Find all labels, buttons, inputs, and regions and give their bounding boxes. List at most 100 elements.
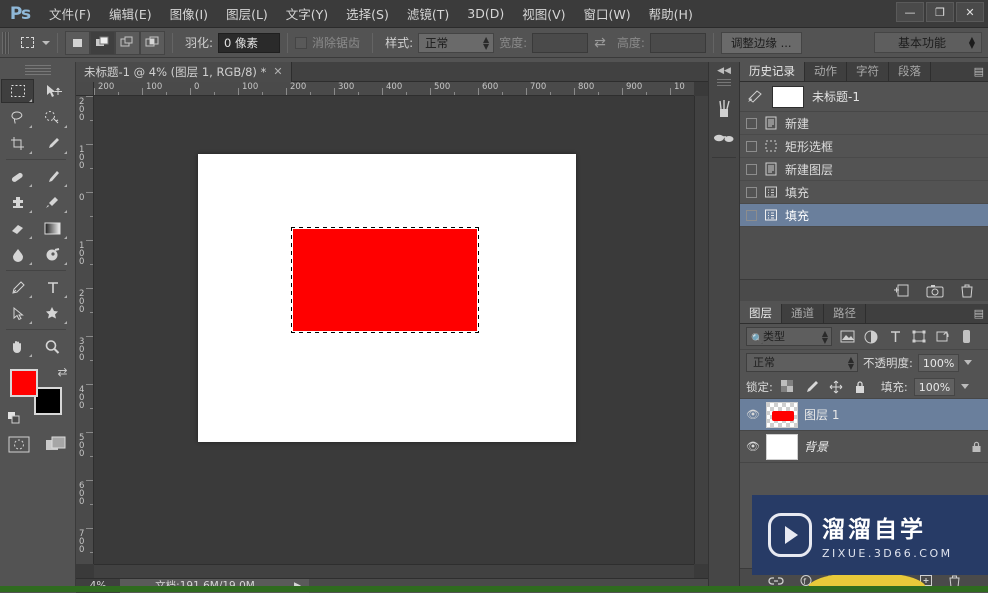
canvas-vertical-scrollbar[interactable] [694,96,708,564]
adjustment-filter-icon[interactable] [862,328,880,346]
menu-type[interactable]: 文字(Y) [277,1,337,26]
rectangular-marquee-icon[interactable] [16,32,38,54]
toolbox-grip[interactable] [24,65,51,75]
tool-healing-brush[interactable] [1,164,34,188]
tool-zoom[interactable] [36,334,69,358]
tab-character[interactable]: 字符 [847,62,889,81]
history-state-row[interactable]: 新建图层 [740,158,988,181]
swap-arrows-icon[interactable]: ⇄ [588,35,612,51]
shape-filter-icon[interactable] [910,328,928,346]
layer-row-selected[interactable]: 👁 图层 1 [740,399,988,431]
canvas-horizontal-scrollbar[interactable] [94,564,694,578]
menu-window[interactable]: 窗口(W) [575,1,640,26]
width-input[interactable] [532,32,589,53]
layer-thumbnail[interactable] [766,401,798,428]
maximize-button[interactable]: ❐ [926,2,954,22]
panel-menu-icon[interactable]: ▤ [974,65,984,78]
tool-blur[interactable] [1,242,34,266]
filter-toggle-icon[interactable] [958,328,976,346]
tab-layers[interactable]: 图层 [740,304,782,323]
tool-clone-stamp[interactable] [1,190,34,214]
tool-custom-shape[interactable] [36,301,69,325]
menu-edit[interactable]: 编辑(E) [100,1,161,26]
screen-mode-icon[interactable] [43,433,69,455]
close-button[interactable]: ✕ [956,2,984,22]
tool-lasso[interactable] [1,105,34,129]
refine-edge-button[interactable]: 调整边缘 ... [720,31,802,54]
chevron-down-icon[interactable] [961,384,970,389]
lock-transparent-icon[interactable] [779,378,797,396]
dock-grip[interactable] [717,79,731,87]
menu-file[interactable]: 文件(F) [40,1,100,26]
pixel-filter-icon[interactable] [838,328,856,346]
tool-hand[interactable] [1,334,34,358]
collapse-panels-icon[interactable]: ◀◀ [709,66,739,76]
clone-source-panel-icon[interactable] [709,123,739,153]
history-state-row[interactable]: 矩形选框 [740,135,988,158]
history-state-checkbox[interactable] [746,140,757,152]
tool-path-selection[interactable] [1,301,34,325]
history-state-checkbox[interactable] [746,163,757,175]
document-tab[interactable]: 未标题-1 @ 4% (图层 1, RGB/8) * ✕ [76,62,292,82]
workspace-select[interactable]: 基本功能 ▲ ▼ [874,32,982,53]
tab-channels[interactable]: 通道 [782,304,824,323]
canvas-viewport[interactable] [94,96,694,564]
panel-menu-icon[interactable]: ▤ [974,307,984,320]
tab-paragraph[interactable]: 段落 [889,62,931,81]
eye-icon[interactable]: 👁 [746,440,760,453]
canvas-document[interactable] [198,154,576,442]
menu-view[interactable]: 视图(V) [513,1,574,26]
opacity-value[interactable]: 100% [917,353,960,372]
tool-horizontal-type[interactable] [36,275,69,299]
smart-object-filter-icon[interactable] [934,328,952,346]
tool-pen[interactable] [1,275,34,299]
link-layers-icon[interactable] [767,575,784,587]
tool-eyedropper[interactable] [36,131,69,155]
tool-brush[interactable] [36,164,69,188]
tool-history-brush[interactable] [36,190,69,214]
height-input[interactable] [649,32,706,53]
new-document-from-state-icon[interactable] [893,283,910,298]
fill-value[interactable]: 100% [913,377,956,396]
history-state-row-selected[interactable]: 填充 [740,204,988,227]
blend-mode-select[interactable]: 正常 ▲ ▼ [746,353,858,372]
tool-move[interactable] [36,79,69,103]
tab-actions[interactable]: 动作 [805,62,847,81]
add-to-selection-button[interactable] [90,30,115,55]
history-state-row[interactable]: 填充 [740,181,988,204]
layer-row[interactable]: 👁 背景 [740,431,988,463]
eye-icon[interactable]: 👁 [746,408,760,421]
intersect-selection-button[interactable] [140,30,165,55]
tool-dodge[interactable] [36,242,69,266]
chevron-down-icon[interactable] [964,360,973,365]
feather-input[interactable]: 0 像素 [218,32,281,53]
lock-position-icon[interactable] [827,378,845,396]
tab-paths[interactable]: 路径 [824,304,866,323]
tool-crop[interactable] [1,131,34,155]
antialias-checkbox[interactable] [295,36,308,49]
tool-eraser[interactable] [1,216,34,240]
foreground-color-swatch[interactable] [9,369,38,397]
tool-rectangular-marquee[interactable] [1,79,34,103]
default-colors-icon[interactable] [7,412,19,424]
tab-history[interactable]: 历史记录 [740,62,805,81]
subtract-from-selection-button[interactable] [115,30,140,55]
brushes-panel-icon[interactable] [709,93,739,123]
history-state-checkbox[interactable] [746,117,757,129]
history-state-row[interactable]: 新建 [740,112,988,135]
new-selection-button[interactable] [65,30,90,55]
menu-filter[interactable]: 滤镜(T) [398,1,458,26]
background-color-swatch[interactable] [33,387,62,415]
layer-filter-select[interactable]: 🔍 类型 ▲ ▼ [746,327,832,346]
tool-gradient[interactable] [36,216,69,240]
chevron-down-icon[interactable] [42,40,50,45]
layer-thumbnail[interactable] [766,433,798,460]
tool-quick-selection[interactable] [36,105,69,129]
history-snapshot-row[interactable]: 未标题-1 [740,82,988,112]
history-state-checkbox[interactable] [746,209,757,221]
swap-colors-icon[interactable]: ⇄ [57,365,67,379]
close-icon[interactable]: ✕ [273,62,282,82]
new-snapshot-icon[interactable] [926,284,944,298]
type-filter-icon[interactable] [886,328,904,346]
menu-help[interactable]: 帮助(H) [640,1,702,26]
